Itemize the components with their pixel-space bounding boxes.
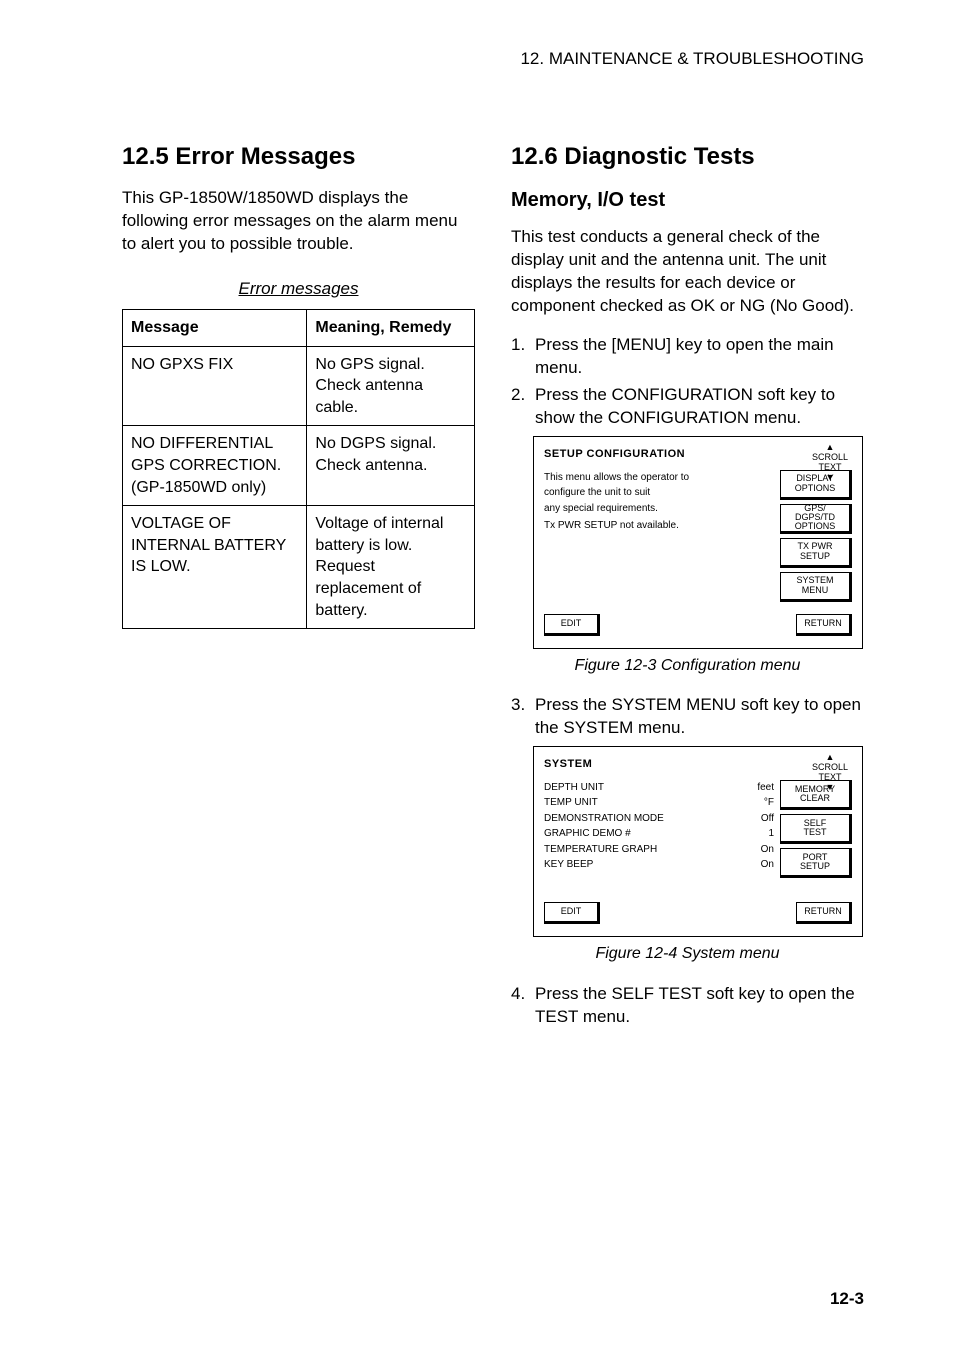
menu-setting-row: TEMPERATURE GRAPHOn [544,842,774,858]
menu-setting-row: KEY BEEPOn [544,857,774,873]
step-text: Press the CONFIGURATION soft key to show… [535,384,864,430]
intro-paragraph-right: This test conducts a general check of th… [511,226,864,318]
step-text: Press the SELF TEST soft key to open the… [535,983,864,1029]
table-cell-meaning: Voltage of internal battery is low. Requ… [307,506,475,629]
table-row: NO GPXS FIX No GPS signal. Check antenna… [123,346,475,426]
table-caption: Error messages [122,278,475,301]
table-cell-meaning: No GPS signal. Check antenna cable. [307,346,475,426]
section-name: Error Messages [175,143,355,170]
step-number: 2. [511,384,535,430]
content-area: 12.5 Error Messages This GP-1850W/1850WD… [0,71,954,1033]
triangle-down-icon [808,783,852,793]
section-title-right: 12.6 Diagnostic Tests [511,141,864,173]
menu-text-line: any special requirements. [544,501,774,517]
section-number: 12.6 [511,143,558,170]
figure-caption-2: Figure 12-4 System menu [511,943,864,965]
tx-pwr-setup-button[interactable]: TX PWR SETUP [780,538,852,568]
menu-setting-row: DEPTH UNITfeet [544,780,774,796]
edit-button[interactable]: EDIT [544,614,600,636]
section-title-left: 12.5 Error Messages [122,141,475,173]
soft-key-column: MEMORY CLEAR SELF TEST PORT SETUP [780,780,852,882]
menu-title: SETUP CONFIGURATION [544,447,852,462]
scroll-indicator: SCROLL TEXT [808,443,852,483]
menu-text-line: Tx PWR SETUP not available. [544,518,774,534]
menu-setting-row: TEMP UNIT°F [544,795,774,811]
left-column: 12.5 Error Messages This GP-1850W/1850WD… [122,141,475,1033]
steps-list-3: 4.Press the SELF TEST soft key to open t… [511,983,864,1029]
return-button[interactable]: RETURN [796,902,852,924]
triangle-down-icon [808,473,852,483]
step-number: 3. [511,694,535,740]
list-item: 4.Press the SELF TEST soft key to open t… [511,983,864,1029]
edit-button[interactable]: EDIT [544,902,600,924]
list-item: 2.Press the CONFIGURATION soft key to sh… [511,384,864,430]
soft-key-column: DISPLAY OPTIONS GPS/ DGPS/TD OPTIONS TX … [780,470,852,606]
table-cell-msg: VOLTAGE OF INTERNAL BATTERY IS LOW. [123,506,307,629]
intro-paragraph-left: This GP-1850W/1850WD displays the follow… [122,187,475,256]
table-cell-meaning: No DGPS signal. Check antenna. [307,426,475,506]
list-item: 1.Press the [MENU] key to open the main … [511,334,864,380]
page-number: 12-3 [830,1288,864,1311]
right-column: 12.6 Diagnostic Tests Memory, I/O test T… [511,141,864,1033]
return-button[interactable]: RETURN [796,614,852,636]
table-cell-msg: NO DIFFERENTIAL GPS CORRECTION. (GP-1850… [123,426,307,506]
self-test-button[interactable]: SELF TEST [780,814,852,844]
page-header: 12. MAINTENANCE & TROUBLESHOOTING [0,0,954,71]
step-number: 1. [511,334,535,380]
scroll-label: SCROLL TEXT [808,763,852,783]
scroll-label: SCROLL TEXT [808,453,852,473]
table-header-meaning: Meaning, Remedy [307,310,475,347]
scroll-indicator: SCROLL TEXT [808,753,852,793]
menu-settings-area: DEPTH UNITfeet TEMP UNIT°F DEMONSTRATION… [544,780,780,882]
port-setup-button[interactable]: PORT SETUP [780,848,852,878]
step-text: Press the [MENU] key to open the main me… [535,334,864,380]
menu-text-line: configure the unit to suit [544,485,774,501]
steps-list-1: 1.Press the [MENU] key to open the main … [511,334,864,430]
menu-setting-row: GRAPHIC DEMO #1 [544,826,774,842]
table-row: NO DIFFERENTIAL GPS CORRECTION. (GP-1850… [123,426,475,506]
list-item: 3.Press the SYSTEM MENU soft key to open… [511,694,864,740]
gps-dgps-td-options-button[interactable]: GPS/ DGPS/TD OPTIONS [780,504,852,534]
table-row: VOLTAGE OF INTERNAL BATTERY IS LOW. Volt… [123,506,475,629]
figure-caption-1: Figure 12-3 Configuration menu [511,655,864,677]
error-messages-table: Message Meaning, Remedy NO GPXS FIX No G… [122,309,475,629]
table-header-message: Message [123,310,307,347]
step-number: 4. [511,983,535,1029]
menu-text-line: This menu allows the operator to [544,470,774,486]
section-number: 12.5 [122,143,169,170]
system-menu-box: SYSTEM SCROLL TEXT DEPTH UNITfeet TEMP U… [533,746,863,937]
table-caption-text: Error messages [239,279,359,298]
subsection-title: Memory, I/O test [511,187,864,214]
steps-list-2: 3.Press the SYSTEM MENU soft key to open… [511,694,864,740]
table-cell-msg: NO GPXS FIX [123,346,307,426]
step-text: Press the SYSTEM MENU soft key to open t… [535,694,864,740]
system-menu-button[interactable]: SYSTEM MENU [780,572,852,602]
menu-description-area: This menu allows the operator to configu… [544,470,780,606]
menu-title: SYSTEM [544,757,852,772]
section-name: Diagnostic Tests [564,143,754,170]
configuration-menu-box: SETUP CONFIGURATION SCROLL TEXT This men… [533,436,863,649]
menu-setting-row: DEMONSTRATION MODEOff [544,811,774,827]
